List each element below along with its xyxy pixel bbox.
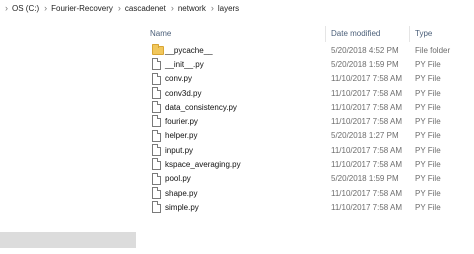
- list-item[interactable]: input.py 11/10/2017 7:58 AM PY File: [148, 143, 458, 157]
- folder-icon: [152, 44, 164, 55]
- navigation-pane-scrollbar[interactable]: [0, 232, 136, 248]
- file-name: conv3d.py: [165, 88, 202, 98]
- file-name: kspace_averaging.py: [165, 160, 241, 170]
- file-type: PY File: [415, 59, 441, 69]
- file-date-modified: 11/10/2017 7:58 AM: [331, 188, 403, 198]
- chevron-right-icon[interactable]: ›: [211, 3, 214, 13]
- list-item[interactable]: __init__.py 5/20/2018 1:59 PM PY File: [148, 57, 458, 71]
- address-bar[interactable]: › OS (C:) › Fourier-Recovery › cascadene…: [0, 0, 474, 16]
- python-file-icon: [152, 101, 161, 114]
- file-type: File folder: [415, 45, 451, 55]
- column-header-name[interactable]: Name: [150, 26, 171, 40]
- file-name: shape.py: [165, 188, 198, 198]
- file-name: simple.py: [165, 202, 199, 212]
- list-item[interactable]: __pycache__ 5/20/2018 4:52 PM File folde…: [148, 43, 458, 57]
- file-type: PY File: [415, 174, 441, 184]
- python-file-icon: [152, 172, 161, 185]
- file-date-modified: 11/10/2017 7:58 AM: [331, 102, 403, 112]
- python-file-icon: [152, 186, 161, 199]
- chevron-right-icon[interactable]: ›: [44, 3, 47, 13]
- python-file-icon: [152, 201, 161, 214]
- file-date-modified: 11/10/2017 7:58 AM: [331, 74, 403, 84]
- chevron-right-icon[interactable]: ›: [118, 3, 121, 13]
- file-name: conv.py: [165, 74, 192, 84]
- file-date-modified: 11/10/2017 7:58 AM: [331, 88, 403, 98]
- breadcrumb-item-cascadenet[interactable]: cascadenet: [125, 4, 166, 13]
- list-item[interactable]: pool.py 5/20/2018 1:59 PM PY File: [148, 172, 458, 186]
- list-item[interactable]: shape.py 11/10/2017 7:58 AM PY File: [148, 186, 458, 200]
- python-file-icon: [152, 144, 161, 157]
- file-date-modified: 5/20/2018 1:27 PM: [331, 131, 399, 141]
- list-item[interactable]: helper.py 5/20/2018 1:27 PM PY File: [148, 129, 458, 143]
- breadcrumb-item-fourier-recovery[interactable]: Fourier-Recovery: [51, 4, 113, 13]
- python-file-icon: [152, 158, 161, 171]
- file-type: PY File: [415, 74, 441, 84]
- list-item[interactable]: data_consistency.py 11/10/2017 7:58 AM P…: [148, 100, 458, 114]
- python-file-icon: [152, 86, 161, 99]
- file-date-modified: 5/20/2018 1:59 PM: [331, 59, 399, 69]
- file-date-modified: 5/20/2018 4:52 PM: [331, 45, 399, 55]
- python-file-icon: [152, 58, 161, 71]
- navigation-pane: [0, 16, 140, 232]
- python-file-icon: [152, 129, 161, 142]
- chevron-right-icon[interactable]: ›: [171, 3, 174, 13]
- column-header-type[interactable]: Type: [415, 26, 432, 40]
- file-type: PY File: [415, 88, 441, 98]
- file-name: input.py: [165, 145, 194, 155]
- breadcrumb-item-network[interactable]: network: [178, 4, 206, 13]
- column-divider[interactable]: [409, 26, 410, 42]
- file-list: __pycache__ 5/20/2018 4:52 PM File folde…: [148, 43, 458, 215]
- list-item[interactable]: kspace_averaging.py 11/10/2017 7:58 AM P…: [148, 157, 458, 171]
- file-type: PY File: [415, 117, 441, 127]
- file-name: data_consistency.py: [165, 102, 237, 112]
- file-date-modified: 11/10/2017 7:58 AM: [331, 202, 403, 212]
- column-divider[interactable]: [325, 26, 326, 42]
- breadcrumb-item-drive[interactable]: OS (C:): [12, 4, 39, 13]
- file-name: pool.py: [165, 174, 191, 184]
- list-item[interactable]: simple.py 11/10/2017 7:58 AM PY File: [148, 200, 458, 214]
- list-item[interactable]: conv.py 11/10/2017 7:58 AM PY File: [148, 72, 458, 86]
- chevron-right-icon[interactable]: ›: [5, 3, 8, 13]
- list-item[interactable]: conv3d.py 11/10/2017 7:58 AM PY File: [148, 86, 458, 100]
- file-date-modified: 11/10/2017 7:58 AM: [331, 160, 403, 170]
- file-name: helper.py: [165, 131, 198, 141]
- python-file-icon: [152, 72, 161, 85]
- file-date-modified: 11/10/2017 7:58 AM: [331, 117, 403, 127]
- python-file-icon: [152, 115, 161, 128]
- file-date-modified: 5/20/2018 1:59 PM: [331, 174, 399, 184]
- file-date-modified: 11/10/2017 7:58 AM: [331, 145, 403, 155]
- file-type: PY File: [415, 160, 441, 170]
- file-type: PY File: [415, 131, 441, 141]
- breadcrumb-item-layers[interactable]: layers: [218, 4, 239, 13]
- file-type: PY File: [415, 145, 441, 155]
- file-name: __pycache__: [165, 45, 213, 55]
- file-name: fourier.py: [165, 117, 198, 127]
- file-type: PY File: [415, 188, 441, 198]
- file-type: PY File: [415, 102, 441, 112]
- column-header-date-modified[interactable]: Date modified: [331, 26, 380, 40]
- file-name: __init__.py: [165, 59, 204, 69]
- list-item[interactable]: fourier.py 11/10/2017 7:58 AM PY File: [148, 114, 458, 128]
- file-type: PY File: [415, 202, 441, 212]
